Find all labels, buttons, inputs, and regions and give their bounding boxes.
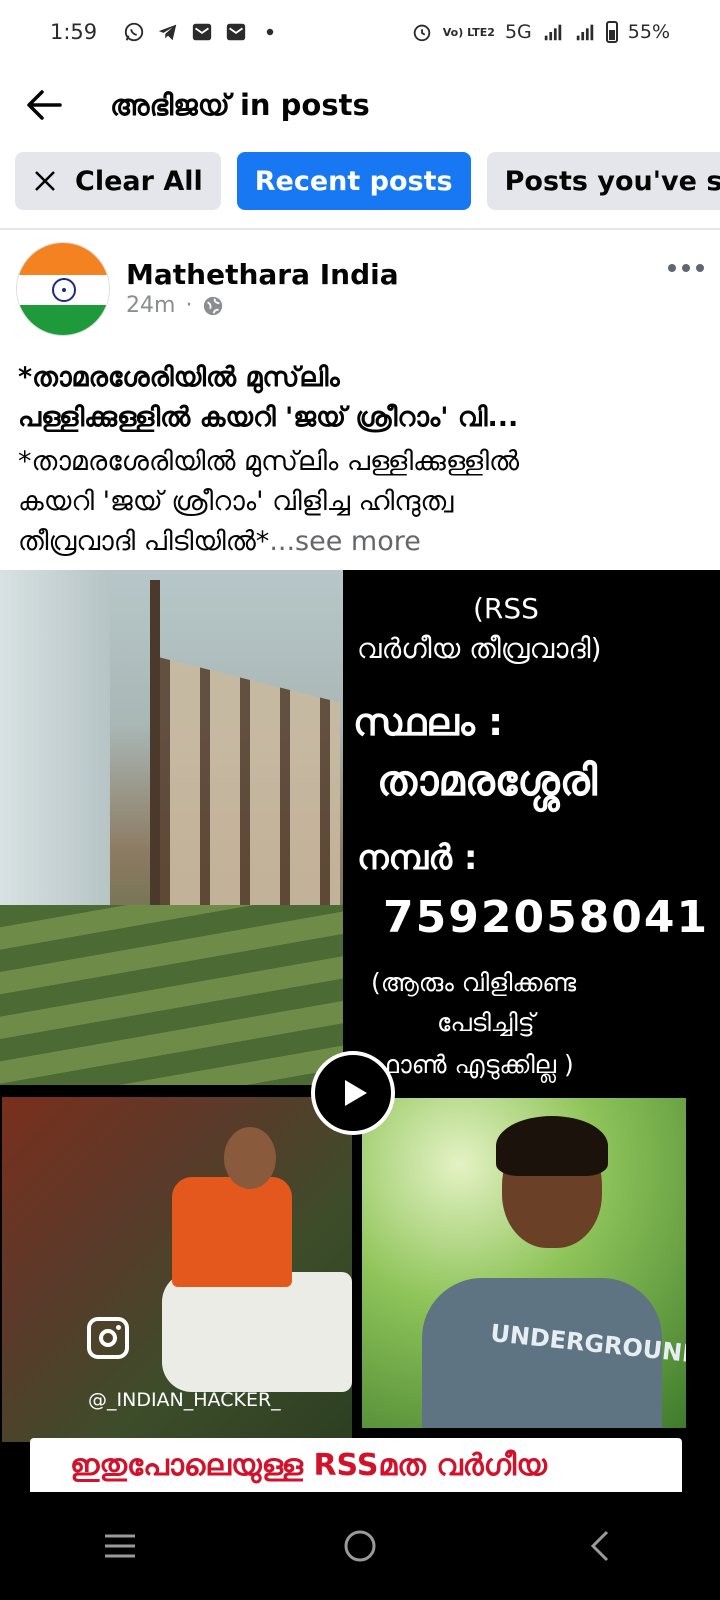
posts-seen-label: Posts you've seen (504, 165, 720, 197)
alarm-icon (413, 24, 431, 42)
post-meta: Mathethara India 24m · (126, 258, 399, 318)
separator-dot: · (185, 293, 193, 318)
battery-icon (605, 21, 618, 43)
network-type: 5G (504, 21, 532, 43)
info-number-label: നമ്പർ : (357, 838, 478, 878)
more-options-button[interactable] (668, 264, 704, 272)
info-panel: (RSS വർഗീയ തീവ്രവാദി) സ്ഥലം : താമരശ്ശേരി… (343, 570, 720, 1090)
status-left: 1:59 (50, 20, 281, 44)
post-title-line: *താമരശേരിയിൽ മുസ്‌ലിം (18, 362, 340, 393)
play-button[interactable] (311, 1051, 395, 1135)
dot-icon (266, 28, 274, 36)
system-nav-bar (0, 1492, 720, 1600)
divider (0, 228, 720, 230)
globe-icon (204, 296, 223, 315)
info-rss: (RSS (473, 592, 539, 625)
photo-railing (150, 580, 343, 940)
post-title-line: പള്ളിക്കുള്ളിൽ കയറി 'ജയ് ശ്രീറാം' വി... (18, 402, 519, 433)
photo-floor (0, 905, 343, 1085)
search-header: അഭിജയ് in posts (0, 70, 720, 140)
status-bar: 1:59 Vo) LTE2 5G 55% (0, 0, 720, 64)
home-button[interactable] (330, 1516, 390, 1576)
network-label: Vo) LTE2 (442, 25, 495, 39)
chevron-left-icon (590, 1530, 609, 1562)
instagram-handle: @_INDIAN_HACKER_ (88, 1389, 281, 1411)
filter-chips: Clear All Recent posts Posts you've seen (15, 152, 720, 210)
close-icon (35, 171, 55, 191)
info-number: 7592058041 (383, 892, 710, 943)
post-video[interactable]: (RSS വർഗീയ തീവ്രവാദി) സ്ഥലം : താമരശ്ശേരി… (0, 570, 720, 1525)
person-legs (162, 1272, 352, 1392)
mail-icon (227, 23, 246, 41)
back-button[interactable] (22, 83, 66, 127)
author-name[interactable]: Mathethara India (126, 258, 399, 291)
post-time[interactable]: 24m (126, 293, 175, 318)
dot (696, 264, 704, 272)
info-extremist: വർഗീയ തീവ്രവാദി) (357, 632, 602, 665)
clear-all-chip[interactable]: Clear All (15, 152, 221, 210)
info-note: പേടിച്ചിട്ട് (437, 1008, 535, 1037)
post-title: *താമരശേരിയിൽ മുസ്‌ലിം പള്ളിക്കുള്ളിൽ കയറ… (18, 358, 700, 438)
play-icon (345, 1080, 367, 1106)
post-body-line: *താമരശേരിയിൽ മുസ്‌ലിം പള്ളിക്കുള്ളിൽ (18, 446, 520, 477)
post-body: *താമരശേരിയിൽ മുസ്‌ലിം പള്ളിക്കുള്ളിൽ കയറ… (18, 442, 700, 562)
post-body-line: കയറി 'ജയ് ശ്രീറാം' വിളിച്ച ഹിന്ദുത്വ (18, 486, 454, 517)
battery-level: 55% (627, 21, 670, 43)
signal-icon (576, 24, 594, 41)
dot (682, 264, 690, 272)
signal-icon (544, 24, 562, 41)
post-body-line: തീവ്രവാദി പിടിയിൽ*...see more (18, 522, 700, 562)
recent-apps-button[interactable] (90, 1516, 150, 1576)
see-more-link[interactable]: ...see more (269, 526, 421, 557)
post-body-line-text: തീവ്രവാദി പിടിയിൽ* (18, 526, 270, 557)
posts-seen-chip[interactable]: Posts you've seen (486, 152, 720, 210)
back-nav-button[interactable] (570, 1516, 630, 1576)
person-shirt (172, 1177, 292, 1287)
clear-all-label: Clear All (75, 165, 203, 197)
menu-icon (105, 1534, 135, 1558)
info-place-label: സ്ഥലം : (353, 700, 504, 744)
person-photo-left: @_INDIAN_HACKER_ (2, 1097, 352, 1442)
instagram-icon (87, 1317, 129, 1359)
home-circle-icon (344, 1530, 376, 1562)
person-head (224, 1127, 276, 1189)
time-row: 24m · (126, 293, 399, 318)
mail-icon (193, 23, 212, 41)
avatar[interactable] (16, 242, 110, 336)
post-header: Mathethara India 24m · (16, 242, 704, 338)
page-title: അഭിജയ് in posts (110, 87, 370, 122)
person-hair (496, 1116, 608, 1176)
recent-posts-chip[interactable]: Recent posts (236, 152, 471, 210)
person-photo-right: UNDERGROUND (362, 1098, 686, 1428)
balcony-photo (0, 570, 343, 1085)
arrow-left-icon (27, 90, 62, 120)
whatsapp-icon (125, 22, 144, 42)
recent-posts-label: Recent posts (254, 165, 453, 197)
info-note: (ആരും വിളിക്കണ്ട (371, 968, 577, 997)
india-flag-icon (17, 243, 109, 335)
banner-text: ഇതുപോലെയുള്ള RSSമത വർഗീയ (70, 1448, 547, 1483)
info-place: താമരശ്ശേരി (377, 756, 598, 805)
status-time: 1:59 (50, 20, 98, 44)
telegram-icon (159, 24, 177, 41)
status-right: Vo) LTE2 5G 55% (411, 21, 670, 43)
dot (668, 264, 676, 272)
